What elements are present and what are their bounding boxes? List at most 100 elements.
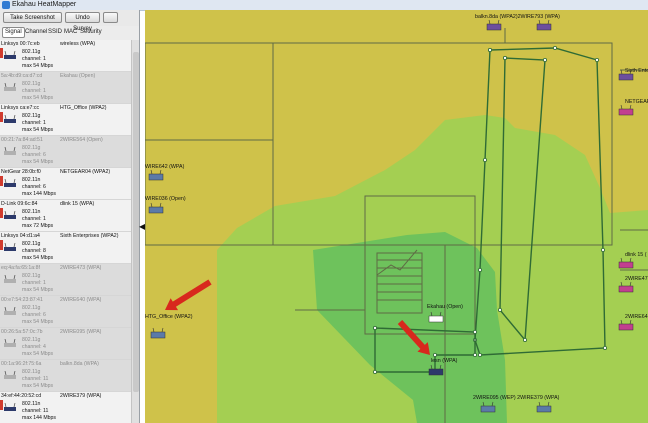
tab-channel[interactable]: Channel xyxy=(25,28,47,37)
ap-list-item[interactable]: eq:4a:fa:65:1a:8f 2WIRE473 (WPA) 802.11g ch… xyxy=(0,264,131,296)
router-icon xyxy=(4,115,16,123)
map-label-wire-left2: WIRE036 (Open) xyxy=(145,196,186,202)
ap-detail-line: max 72 Mbps xyxy=(22,223,54,229)
ap-list-item[interactable]: 00:1a:96:2f:75:6a balkn.8da (WPA) 802.11g c… xyxy=(0,360,131,392)
ap-list-item[interactable]: 34:ef:44:20:52:cd 2WIRE379 (WPA) 802.11n ch… xyxy=(0,392,131,423)
heatmap-canvas[interactable]: balkn.8da (WPA2)2WIRE793 (WPA) Sixth Ente… xyxy=(145,10,648,423)
ap-list-item[interactable]: D-Link 09:6c:84 dlink 15 (WPA) 802.11n chan… xyxy=(0,200,131,232)
ap-list-item[interactable]: 00:e7:54:23:87:41 2WIRE640 (WPA) 802.11g ch… xyxy=(0,296,131,328)
ap-detail-line: 802.11g xyxy=(22,49,41,55)
router-icon xyxy=(4,83,16,91)
ap-detail-line: max 54 Mbps xyxy=(22,127,54,133)
ap-mac-label: D-Link 09:6c:84 xyxy=(1,201,38,207)
ap-detail-line: 802.11g xyxy=(22,305,41,311)
ap-list-item[interactable]: 00:26:5a:57:0c:7b 2WIRE095 (WPA) 802.11g ch… xyxy=(0,328,131,360)
ap-network-name: NETGEAR04 (WPA2) xyxy=(60,169,111,175)
ap-list-item[interactable]: 00:21:7a:84:ad:51 2WIRE564 (Open) 802.11g c… xyxy=(0,136,131,168)
ap-detail-line: max 54 Mbps xyxy=(22,287,54,293)
tab-signal[interactable]: Signal xyxy=(2,27,25,38)
map-label-bottom-pair: 2WIRE095 (WEP) 2WIRE379 (WPA) xyxy=(473,395,560,401)
ap-network-name: wireless (WPA) xyxy=(60,41,96,47)
ap-detail-line: max 54 Mbps xyxy=(22,383,54,389)
ap-detail-line: 802.11g xyxy=(22,337,41,343)
ap-network-name: Sixth Enterprises (WPA2) xyxy=(60,233,119,239)
ap-detail-line: max 144 Mbps xyxy=(22,191,57,197)
ap-list-item[interactable]: Linksys 04:d1:a4 Sixth Enterprises (WPA2)… xyxy=(0,232,131,264)
window-title: Ekahau HeatMapper xyxy=(12,1,77,8)
ap-mac-label: Linksys ca:e7:cc xyxy=(1,105,40,111)
ap-network-name: Ekahau (Open) xyxy=(60,73,96,79)
app-icon xyxy=(2,1,10,9)
ap-detail-line: channel: 11 xyxy=(22,376,49,382)
ap-network-name: 2WIRE564 (Open) xyxy=(60,137,103,143)
ap-mac-label: NetGear 28:0b:f0 xyxy=(1,169,41,175)
ap-mac-label: 00:1a:96:2f:75:6a xyxy=(1,361,42,367)
tab-security[interactable]: Security xyxy=(80,28,102,37)
sort-tabs: Signal Channel SSID MAC Security xyxy=(0,27,139,39)
extra-button[interactable] xyxy=(103,12,118,23)
survey-point xyxy=(552,46,557,51)
ap-list-item[interactable]: 5a:4b:d9:ca:d7:cd Ekahau (Open) 802.11g cha… xyxy=(0,72,131,104)
ap-detail-line: channel: 1 xyxy=(22,56,46,62)
ap-detail-line: channel: 6 xyxy=(22,184,46,190)
survey-point xyxy=(502,56,507,61)
survey-point xyxy=(594,58,599,63)
ap-detail-line: 802.11n xyxy=(22,401,41,407)
ap-detail-line: max 54 Mbps xyxy=(22,255,54,261)
survey-point xyxy=(600,247,605,252)
ap-mac-label: 34:ef:44:20:52:cd xyxy=(1,393,42,399)
ap-detail-line: 802.11g xyxy=(22,241,41,247)
router-icon xyxy=(4,339,16,347)
ap-detail-line: 802.11n xyxy=(22,177,41,183)
survey-point xyxy=(542,58,547,63)
tab-mac[interactable]: MAC xyxy=(64,28,77,37)
router-icon xyxy=(4,147,16,155)
tab-ssid[interactable]: SSID xyxy=(48,28,62,37)
ap-detail-line: 802.11g xyxy=(22,145,41,151)
ap-list-item[interactable]: Linksys ca:e7:cc HTG_Office (WPA2) 802.11g… xyxy=(0,104,131,136)
ap-network-name: 2WIRE640 (WPA) xyxy=(60,297,102,303)
ap-mac-label: 00:e7:54:23:87:41 xyxy=(1,297,43,303)
router-icon xyxy=(4,211,16,219)
ap-list-item[interactable]: NetGear 28:0b:f0 NETGEAR04 (WPA2) 802.11n c… xyxy=(0,168,131,200)
map-label-lsmn: lesn (WPA) xyxy=(431,358,458,364)
ap-detail-line: channel: 1 xyxy=(22,120,46,126)
ap-network-name: HTG_Office (WPA2) xyxy=(60,105,107,111)
ap-detail-line: channel: 11 xyxy=(22,408,49,414)
ap-detail-line: channel: 1 xyxy=(22,216,46,222)
ap-network-name: balkn.8da (WPA) xyxy=(60,361,99,367)
ap-detail-line: 802.11g xyxy=(22,369,41,375)
undo-survey-button[interactable]: Undo Survey xyxy=(65,12,100,32)
ap-detail-line: channel: 8 xyxy=(22,248,46,254)
router-icon xyxy=(4,51,16,59)
map-label-right-netgear: NETGEAR xyxy=(625,99,648,105)
ap-list-item[interactable]: Linksys 00:7c:eb wireless (WPA) 802.11g cha… xyxy=(0,40,131,72)
survey-point xyxy=(482,157,487,162)
survey-point xyxy=(472,352,477,357)
ap-mac-label: 00:21:7a:84:ad:51 xyxy=(1,137,43,143)
ap-detail-line: max 54 Mbps xyxy=(22,63,54,69)
survey-point xyxy=(432,352,437,357)
survey-point xyxy=(522,337,527,342)
ap-detail-line: channel: 4 xyxy=(22,344,46,350)
ap-mac-label: Linksys 04:d1:a4 xyxy=(1,233,40,239)
take-screenshot-button[interactable]: Take Screenshot xyxy=(3,12,62,23)
ap-detail-line: 802.11n xyxy=(22,209,41,215)
ap-detail-line: channel: 1 xyxy=(22,280,46,286)
router-icon xyxy=(4,243,16,251)
map-label-ekahau-open: Ekahau (Open) xyxy=(427,304,463,310)
map-label-right-sixth: Sixth Enter xyxy=(625,68,648,74)
map-label-top-pair: balkn.8da (WPA2)2WIRE793 (WPA) xyxy=(475,14,560,20)
survey-point xyxy=(372,369,377,374)
router-icon xyxy=(4,307,16,315)
ap-detail-line: 802.11g xyxy=(22,113,41,119)
router-icon xyxy=(4,403,16,411)
ap-network-name: 2WIRE473 (WPA) xyxy=(60,265,102,271)
survey-point xyxy=(477,267,482,272)
ap-detail-line: max 54 Mbps xyxy=(22,319,54,325)
ap-network-name: 2WIRE379 (WPA) xyxy=(60,393,102,399)
sidebar: Take Screenshot Undo Survey Signal Chann… xyxy=(0,10,140,423)
ap-detail-line: channel: 1 xyxy=(22,88,46,94)
map-label-twowire-r1: 2WIRE47 xyxy=(625,276,648,282)
map-label-dlink: dlink 15 ( xyxy=(625,252,647,258)
